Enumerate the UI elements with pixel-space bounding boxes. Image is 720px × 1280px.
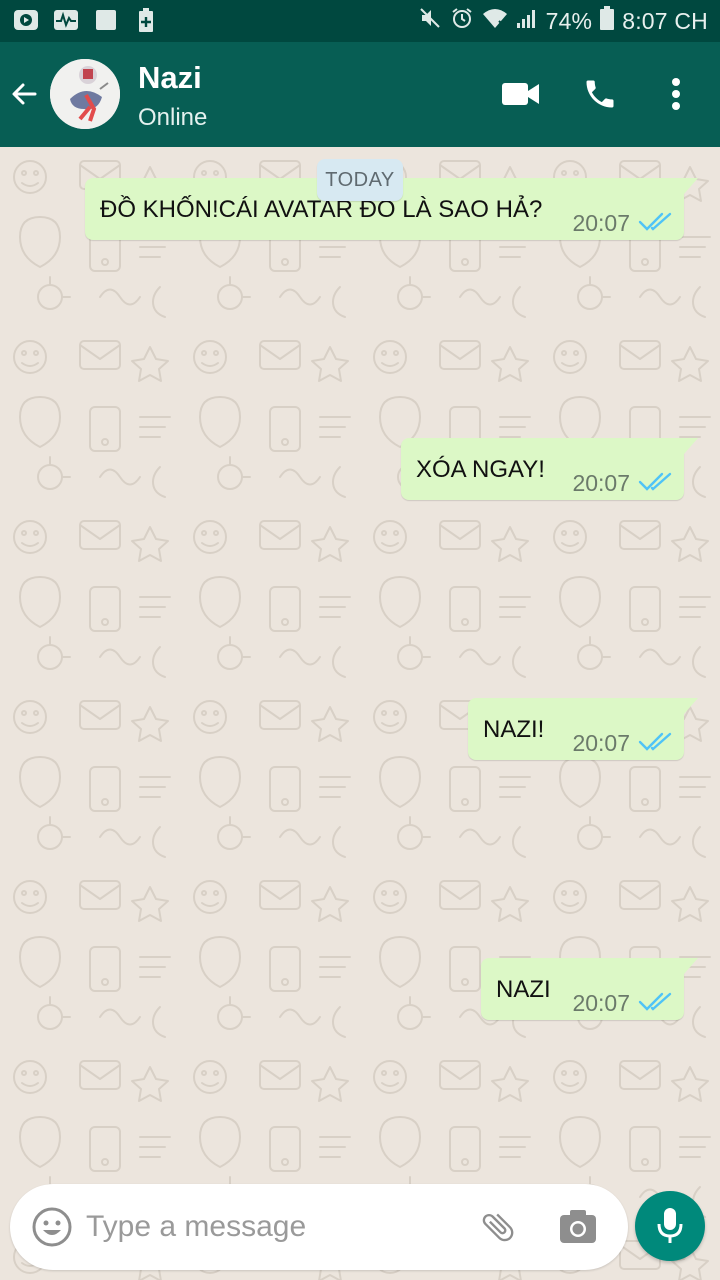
mic-icon: [657, 1208, 683, 1243]
voice-record-button[interactable]: [635, 1191, 705, 1261]
read-receipt-icon: [638, 212, 672, 231]
camera-icon: [560, 1210, 596, 1243]
chat-area[interactable]: TODAY ĐỒ KHỐN!CÁI AVATAR ĐÓ LÀ SAO HẢ? 2…: [0, 147, 720, 1280]
message-bubble[interactable]: NAZI! 20:07: [468, 698, 698, 760]
video-call-button[interactable]: [499, 72, 543, 116]
message-composer: [10, 1184, 628, 1270]
message-input[interactable]: [86, 1204, 466, 1250]
message-text: NAZI!: [483, 716, 545, 743]
attach-button[interactable]: [476, 1205, 520, 1249]
contact-name[interactable]: Nazi: [138, 60, 202, 96]
read-receipt-icon: [638, 992, 672, 1011]
phone-icon: [586, 80, 614, 108]
read-receipt-icon: [638, 732, 672, 751]
battery-icon: [600, 6, 615, 36]
chat-header: Nazi Online: [0, 42, 720, 147]
clock: 8:07 CH: [622, 7, 708, 34]
signal-icon: [516, 7, 538, 35]
message-time: 20:07: [572, 730, 630, 756]
gallery-icon: [92, 7, 120, 33]
back-arrow-icon: [12, 83, 37, 105]
video-call-icon: [502, 83, 539, 105]
attach-icon: [482, 1213, 514, 1242]
status-bar: 74% 8:07 CH: [0, 0, 720, 42]
message-text: NAZI: [496, 976, 551, 1003]
voice-call-button[interactable]: [578, 72, 622, 116]
alarm-icon: [450, 6, 474, 36]
wifi-icon: [482, 7, 508, 35]
camera-button[interactable]: [556, 1205, 600, 1249]
read-receipt-icon: [638, 472, 672, 491]
message-time: 20:07: [572, 990, 630, 1016]
date-divider: TODAY: [317, 159, 403, 201]
activity-icon: [52, 7, 80, 33]
emoji-button[interactable]: [30, 1205, 74, 1249]
more-options-button[interactable]: [654, 72, 698, 116]
message-time: 20:07: [572, 210, 630, 236]
system-indicators: 74% 8:07 CH: [418, 6, 708, 36]
mute-icon: [418, 6, 442, 36]
message-bubble[interactable]: NAZI 20:07: [481, 958, 698, 1020]
message-text: XÓA NGAY!: [416, 456, 545, 483]
avatar[interactable]: [50, 59, 120, 129]
battery-plus-icon: [132, 7, 160, 33]
battery-percent: 74%: [545, 7, 593, 34]
more-vert-icon: [672, 78, 680, 110]
message-bubble[interactable]: XÓA NGAY! 20:07: [401, 438, 698, 500]
emoji-icon: [32, 1207, 72, 1247]
contact-status: Online: [138, 104, 208, 131]
youtube-icon: [12, 7, 40, 33]
notification-icons: [12, 7, 160, 33]
back-button[interactable]: [6, 72, 42, 116]
message-time: 20:07: [572, 470, 630, 496]
